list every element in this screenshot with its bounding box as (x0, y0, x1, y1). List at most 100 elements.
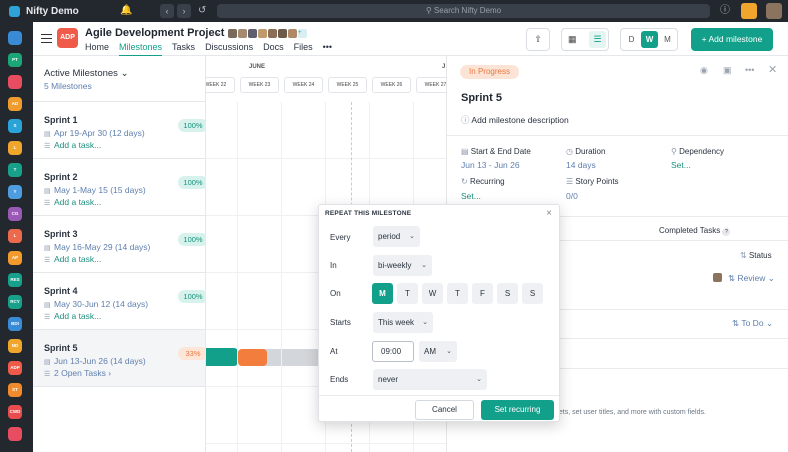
sprint-4-bar[interactable] (206, 348, 238, 366)
rail-project-0[interactable] (8, 31, 22, 45)
rail-project-9[interactable]: L (8, 229, 22, 243)
rail-project-2[interactable] (8, 75, 22, 89)
rail-project-14[interactable]: ND (8, 339, 22, 353)
close-icon[interactable]: ✕ (768, 63, 777, 76)
completed-tasks-tab[interactable]: Completed Tasks ? (659, 226, 731, 236)
calendar-icon: ▤ (44, 188, 51, 195)
status-sort[interactable]: ⇅ Status (740, 251, 772, 260)
menu-icon[interactable] (41, 34, 52, 43)
list-icon: ☰ (44, 257, 51, 264)
rail-project-13[interactable]: BDI (8, 317, 22, 331)
more-tabs-button[interactable]: ••• (323, 42, 332, 57)
rail-project-18[interactable] (8, 427, 22, 441)
milestone-description[interactable]: ⓘ Add milestone description (461, 114, 569, 126)
add-task-link[interactable]: ☰ Add a task... (44, 197, 101, 207)
back-button[interactable]: ‹ (160, 4, 174, 18)
assignee-avatar (713, 273, 722, 282)
ampm-select[interactable]: AM ⌄ (419, 341, 457, 362)
export-button[interactable]: ⇧ (526, 28, 550, 51)
eye-icon[interactable]: ◉ (700, 65, 708, 76)
cancel-button[interactable]: Cancel (415, 400, 474, 420)
rail-project-5[interactable]: L (8, 141, 22, 155)
add-member-icon[interactable]: + (298, 29, 307, 38)
every-label: Every (330, 233, 351, 242)
rail-project-12[interactable]: RCY (8, 295, 22, 309)
dependency-value[interactable]: Set... (671, 160, 691, 170)
bell-icon[interactable]: 🔔 (120, 4, 132, 18)
rail-project-17[interactable]: CWD (8, 405, 22, 419)
rail-project-1[interactable]: PT (8, 53, 22, 67)
milestone-name[interactable]: Sprint 1 (44, 115, 78, 125)
more-icon[interactable]: ••• (745, 65, 754, 75)
day-toggle[interactable]: T (447, 283, 468, 304)
milestone-title[interactable]: Sprint 5 (461, 92, 502, 104)
set-recurring-button[interactable]: Set recurring (481, 400, 554, 420)
view-week-button[interactable]: W (641, 31, 658, 48)
milestone-row[interactable]: Sprint 1 ▤ Apr 19-Apr 30 (12 days) ☰ Add a t… (33, 102, 208, 159)
add-task-link[interactable]: ☰ Add a task... (44, 311, 101, 321)
ends-select[interactable]: never ⌄ (373, 369, 487, 390)
tab-discussions[interactable]: Discussions (205, 42, 253, 57)
day-toggle[interactable]: F (472, 283, 493, 304)
day-toggle[interactable]: T (397, 283, 418, 304)
rail-project-6[interactable]: T (8, 163, 22, 177)
help-icon[interactable]: ⓘ (720, 4, 730, 18)
list-view-icon[interactable]: ☰ (589, 31, 606, 48)
archive-icon[interactable]: ▣ (723, 65, 732, 76)
notifications-avatar[interactable] (741, 3, 757, 19)
tab-files[interactable]: Files (294, 42, 313, 57)
todo-status[interactable]: ⇅ To Do ⌄ (732, 318, 773, 329)
review-status[interactable]: ⇅ Review ⌄ (728, 273, 775, 284)
time-input[interactable]: 09:00 (372, 341, 414, 362)
milestone-name[interactable]: Sprint 2 (44, 172, 78, 182)
view-day-button[interactable]: D (623, 31, 640, 48)
tab-home[interactable]: Home (85, 42, 109, 57)
milestone-row[interactable]: Sprint 5 ▤ Jun 13-Jun 26 (14 days) ☰ 2 Open … (33, 330, 208, 387)
rail-project-11[interactable]: RES (8, 273, 22, 287)
day-toggle[interactable]: M (372, 283, 393, 304)
app-logo-icon (9, 5, 20, 17)
clock-icon: ◷ (566, 147, 573, 156)
forward-button[interactable]: › (177, 4, 191, 18)
user-avatar[interactable] (766, 3, 782, 19)
chevron-down-icon: ⌄ (765, 318, 774, 328)
milestone-row[interactable]: Sprint 3 ▤ May 16-May 29 (14 days) ☰ Add a t… (33, 216, 208, 273)
milestone-name[interactable]: Sprint 5 (44, 343, 78, 353)
tab-docs[interactable]: Docs (263, 42, 284, 57)
view-month-button[interactable]: M (659, 31, 676, 48)
day-toggle[interactable]: S (522, 283, 543, 304)
rail-project-7[interactable]: Y (8, 185, 22, 199)
milestone-row[interactable]: Sprint 2 ▤ May 1-May 15 (15 days) ☰ Add a ta… (33, 159, 208, 216)
add-task-link[interactable]: ☰ Add a task... (44, 254, 101, 264)
rail-project-16[interactable]: ST (8, 383, 22, 397)
milestone-row[interactable]: Sprint 4 ▤ May 30-Jun 12 (14 days) ☰ Add a t… (33, 273, 208, 330)
milestone-name[interactable]: Sprint 4 (44, 286, 78, 296)
start-end-value[interactable]: Jun 13 - Jun 26 (461, 160, 520, 170)
add-milestone-button[interactable]: + Add milestone (691, 28, 773, 51)
tab-milestones[interactable]: Milestones (119, 42, 163, 57)
frequency-select[interactable]: bi-weekly ⌄ (373, 255, 432, 276)
grid-view-icon[interactable]: ▦ (568, 29, 577, 50)
status-badge[interactable]: In Progress (460, 65, 519, 79)
add-task-link[interactable]: ☰ Add a task... (44, 140, 101, 150)
project-title[interactable]: Agile Development Project (85, 27, 224, 39)
open-tasks-link[interactable]: ☰ 2 Open Tasks › (44, 368, 111, 378)
history-icon[interactable]: ↺ (198, 4, 206, 18)
day-toggle[interactable]: W (422, 283, 443, 304)
milestone-name[interactable]: Sprint 3 (44, 229, 78, 239)
project-members[interactable]: + (228, 29, 308, 38)
tab-tasks[interactable]: Tasks (172, 42, 195, 57)
active-milestones-dropdown[interactable]: Active Milestones ⌄ (44, 68, 129, 79)
recurring-value[interactable]: Set... (461, 191, 481, 201)
every-select[interactable]: period ⌄ (373, 226, 420, 247)
chevron-down-icon[interactable]: ⌄ (213, 27, 221, 38)
rail-project-15[interactable]: ADP (8, 361, 22, 375)
rail-project-10[interactable]: AP (8, 251, 22, 265)
search-input[interactable]: ⚲ Search Nifty Demo (217, 4, 710, 18)
starts-select[interactable]: This week ⌄ (373, 312, 433, 333)
rail-project-8[interactable]: CG (8, 207, 22, 221)
rail-project-3[interactable]: AD (8, 97, 22, 111)
close-icon[interactable]: × (546, 208, 552, 219)
day-toggle[interactable]: S (497, 283, 518, 304)
rail-project-4[interactable]: S (8, 119, 22, 133)
